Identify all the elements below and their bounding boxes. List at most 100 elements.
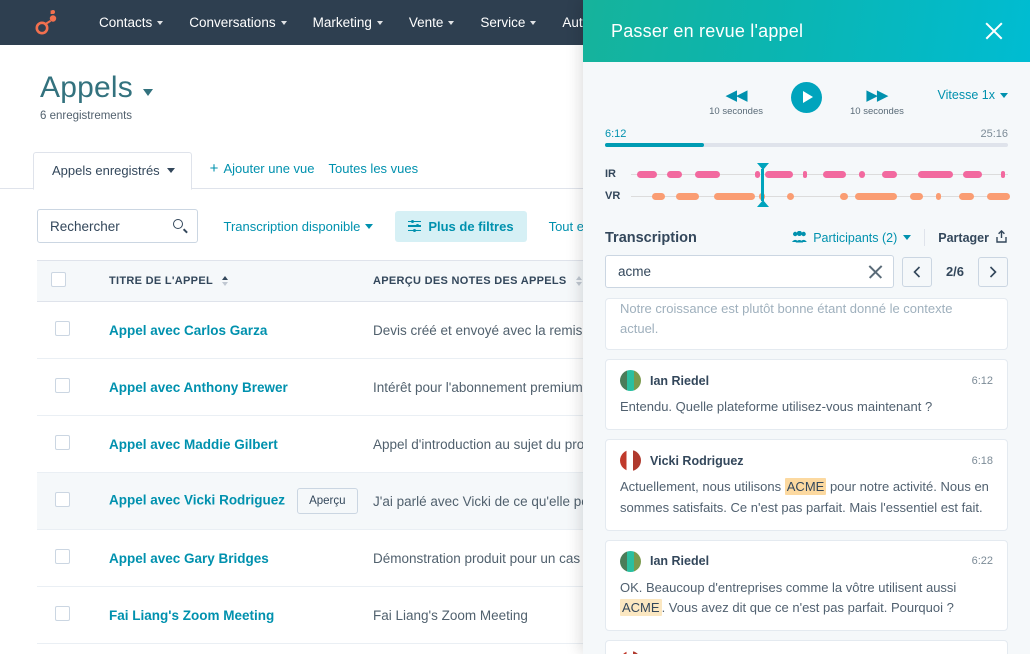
- row-checkbox[interactable]: [55, 492, 70, 507]
- progress-bar[interactable]: [605, 143, 1008, 147]
- sort-icon[interactable]: [222, 276, 228, 286]
- call-title-cell: Appel avec Carlos Garza: [95, 302, 359, 359]
- entry-timestamp[interactable]: 6:12: [972, 375, 993, 387]
- waveform-segment: [959, 193, 974, 200]
- record-count: 6 enregistrements: [40, 110, 584, 122]
- nav-item-marketing[interactable]: Marketing: [300, 15, 396, 30]
- waveform-segment: [803, 171, 808, 178]
- select-all-checkbox[interactable]: [51, 272, 66, 287]
- play-button[interactable]: [791, 82, 822, 113]
- filter-transcription-available[interactable]: Transcription disponible: [224, 219, 374, 234]
- close-icon[interactable]: [984, 21, 1004, 41]
- transcript-speaker: Ian Riedel: [620, 551, 709, 572]
- chevron-down-icon[interactable]: [167, 168, 175, 173]
- table-row[interactable]: Appel avec Vicki RodriguezAperçuJ'ai par…: [37, 473, 584, 530]
- transcript-entry[interactable]: Vicki Rodriguez6:26Il y a beaucoup de ch…: [605, 640, 1008, 654]
- call-title-link[interactable]: Appel avec Maddie Gilbert: [109, 437, 278, 452]
- transcript-entry[interactable]: Vicki Rodriguez6:18Actuellement, nous ut…: [605, 439, 1008, 530]
- transcript-entry[interactable]: Ian Riedel6:22OK. Beaucoup d'entreprises…: [605, 540, 1008, 631]
- call-title-link[interactable]: Appel avec Carlos Garza: [109, 323, 267, 338]
- entry-timestamp[interactable]: 6:18: [972, 455, 993, 467]
- page-title-row[interactable]: Appels: [40, 71, 584, 105]
- clear-all-filters-link[interactable]: Tout e: [549, 219, 584, 234]
- table-row[interactable]: Appel avec Gary BridgesDémonstration pro…: [37, 530, 584, 587]
- call-notes-cell: Appel d'introduction au sujet du process…: [359, 416, 584, 473]
- rewind-label: 10 secondes: [709, 106, 763, 117]
- sort-icon[interactable]: [576, 276, 582, 286]
- transcript-entry[interactable]: Ian Riedel 6:12 Entendu. Quelle plateforme…: [605, 359, 1008, 430]
- chevron-down-icon: [530, 21, 536, 25]
- views-tab-bar: Appels enregistrés + Ajouter une vue Tou…: [0, 147, 584, 189]
- row-checkbox[interactable]: [55, 435, 70, 450]
- clear-icon[interactable]: [868, 264, 883, 279]
- transcript-entry-header: Ian Riedel 6:22: [620, 551, 993, 572]
- transcript-search-input[interactable]: [618, 264, 868, 279]
- calls-list-panel: Appels 6 enregistrements Appels enregist…: [0, 45, 584, 654]
- row-checkbox[interactable]: [55, 606, 70, 621]
- transcript-text: Actuellement, nous utilisons ACME pour n…: [620, 477, 993, 517]
- waveform-row-ir: IR: [605, 163, 1008, 185]
- row-checkbox[interactable]: [55, 321, 70, 336]
- player-controls: ◀◀ 10 secondes ▶▶ 10 secondes Vitesse 1x: [605, 80, 1008, 126]
- total-time: 25:16: [980, 128, 1008, 140]
- column-header-title[interactable]: TITRE DE L'APPEL: [95, 261, 359, 302]
- call-title-cell: Fai Liang's Zoom Meeting: [95, 587, 359, 644]
- transcript-entry[interactable]: Notre croissance est plutôt bonne étant …: [605, 298, 1008, 350]
- entry-timestamp[interactable]: 6:22: [972, 555, 993, 567]
- nav-item-service[interactable]: Service: [467, 15, 549, 30]
- row-checkbox[interactable]: [55, 378, 70, 393]
- call-title-link[interactable]: Appel avec Gary Bridges: [109, 551, 269, 566]
- waveform-label-vr: VR: [605, 190, 631, 202]
- forward-label: 10 secondes: [850, 106, 904, 117]
- waveform-segment: [910, 193, 923, 200]
- column-header-notes[interactable]: APERÇU DES NOTES DES APPELS: [359, 261, 584, 302]
- row-checkbox-cell: [37, 416, 95, 473]
- tab-appels-enregistres[interactable]: Appels enregistrés: [33, 152, 192, 190]
- row-checkbox-cell: [37, 587, 95, 644]
- share-button[interactable]: Partager: [938, 230, 1008, 246]
- table-row[interactable]: Fai Liang's Zoom MeetingFai Liang's Zoom…: [37, 587, 584, 644]
- call-title-cell: Appel avec Maddie Gilbert: [95, 416, 359, 473]
- plus-icon: +: [210, 161, 219, 176]
- calls-table: TITRE DE L'APPEL APERÇU DES NOTES DES AP…: [37, 260, 584, 644]
- table-row[interactable]: Appel avec Anthony BrewerIntérêt pour l'…: [37, 359, 584, 416]
- nav-item-vente[interactable]: Vente: [396, 15, 468, 30]
- share-icon: [995, 230, 1008, 246]
- preview-button[interactable]: Aperçu: [297, 488, 357, 514]
- page-title-caret-icon[interactable]: [143, 89, 153, 96]
- transcript-search-box[interactable]: [605, 255, 894, 288]
- nav-item-contacts[interactable]: Contacts: [86, 15, 176, 30]
- waveform-segment: [963, 171, 982, 178]
- table-row[interactable]: Appel avec Maddie Gilbert Appel d'introdu…: [37, 416, 584, 473]
- waveform-track-ir[interactable]: [631, 168, 1008, 180]
- nav-item-conversations[interactable]: Conversations: [176, 15, 299, 30]
- people-icon: [792, 231, 807, 245]
- forward-10-button[interactable]: ▶▶ 10 secondes: [850, 88, 904, 117]
- hubspot-logo-icon[interactable]: [34, 10, 60, 36]
- all-views-link[interactable]: Toutes les vues: [329, 161, 419, 189]
- more-filters-button[interactable]: Plus de filtres: [395, 211, 526, 242]
- waveform-playhead[interactable]: [761, 169, 764, 201]
- transcript-speaker: Ian Riedel: [620, 370, 709, 391]
- waveform-track-vr[interactable]: [631, 190, 1008, 202]
- search-input[interactable]: Rechercher: [37, 209, 198, 243]
- chevron-down-icon: [903, 235, 911, 240]
- more-filters-label: Plus de filtres: [428, 219, 513, 234]
- next-match-button[interactable]: [978, 257, 1008, 287]
- playback-speed-selector[interactable]: Vitesse 1x: [938, 88, 1008, 102]
- waveform-segment: [918, 171, 954, 178]
- transcript-list[interactable]: Notre croissance est plutôt bonne étant …: [583, 298, 1030, 654]
- rewind-10-button[interactable]: ◀◀ 10 secondes: [709, 88, 763, 117]
- add-view-button[interactable]: + Ajouter une vue: [210, 161, 315, 189]
- call-title-link[interactable]: Appel avec Vicki Rodriguez: [109, 493, 285, 508]
- table-row[interactable]: Appel avec Carlos GarzaDevis créé et env…: [37, 302, 584, 359]
- previous-match-button[interactable]: [902, 257, 932, 287]
- row-checkbox[interactable]: [55, 549, 70, 564]
- participants-button[interactable]: Participants (2): [792, 231, 911, 245]
- transcript-text: Entendu. Quelle plateforme utilisez-vous…: [620, 397, 993, 417]
- waveform-row-vr: VR: [605, 185, 1008, 207]
- call-title-link[interactable]: Appel avec Anthony Brewer: [109, 380, 288, 395]
- chevron-down-icon: [448, 21, 454, 25]
- speed-label: Vitesse 1x: [938, 88, 995, 102]
- call-title-link[interactable]: Fai Liang's Zoom Meeting: [109, 608, 274, 623]
